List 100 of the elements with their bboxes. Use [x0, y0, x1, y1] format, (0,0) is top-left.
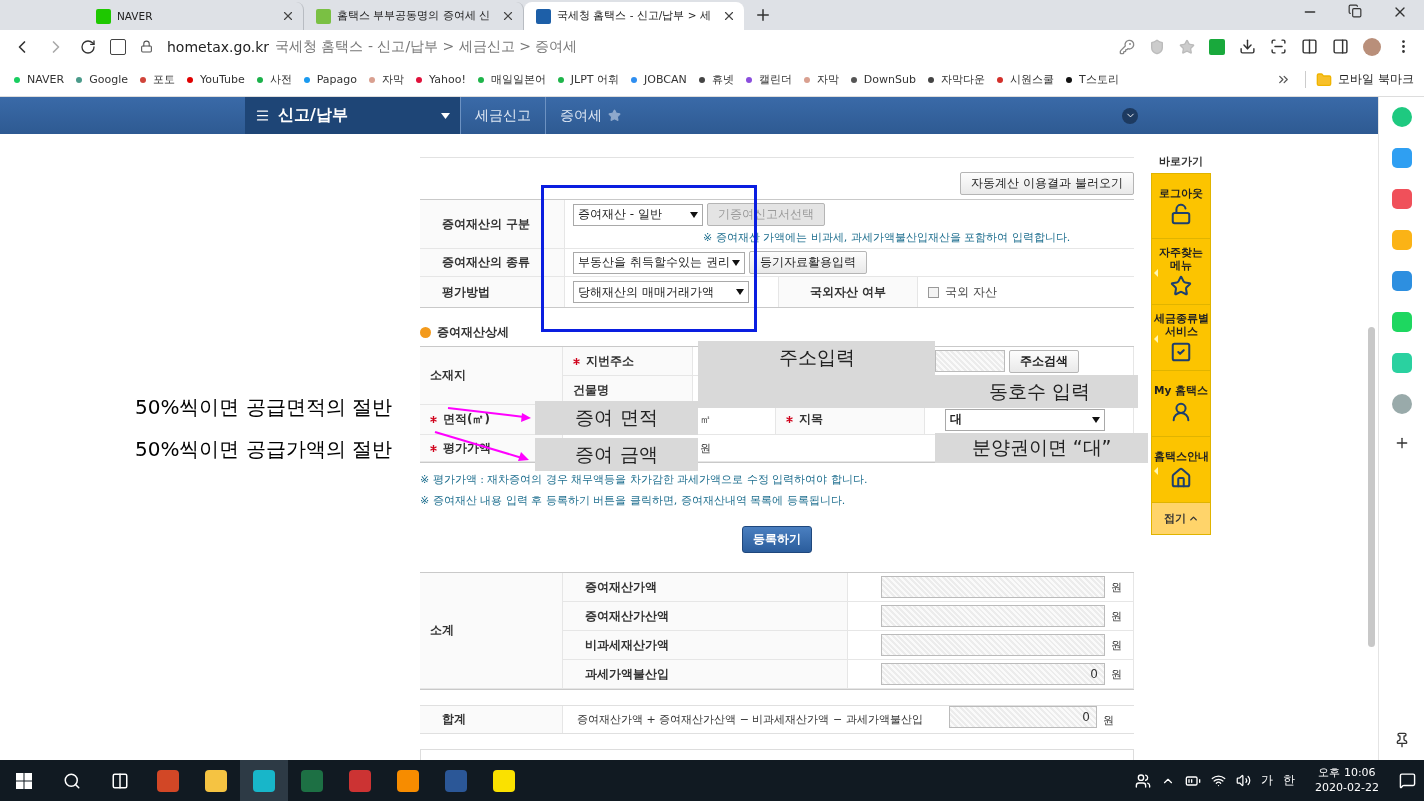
taskbar-app-icon[interactable]: [205, 769, 227, 792]
bookmark-link[interactable]: 자막: [803, 72, 839, 87]
scrollbar-thumb[interactable]: [1367, 327, 1375, 647]
taskbar-app-icon[interactable]: [493, 769, 515, 792]
annotation-label: 분양권이면 “대”: [935, 433, 1148, 463]
page-title-path[interactable]: 국세청 홈택스 - 신고/납부 > 세금신고 > 증여세: [275, 37, 578, 56]
bookmark-link[interactable]: JLPT 어휘: [557, 72, 620, 87]
taskbar-app-icon[interactable]: [397, 769, 419, 792]
asset-type-select[interactable]: 부동산을 취득할수있는 권리: [573, 251, 745, 274]
registry-input-button[interactable]: 등기자료활용입력: [749, 251, 867, 274]
bookmark-link[interactable]: NAVER: [14, 73, 65, 86]
ime-indicator[interactable]: 가: [1261, 772, 1274, 789]
amount-field[interactable]: [881, 605, 1105, 627]
quick-menu-item[interactable]: 로그아웃: [1151, 173, 1211, 239]
checkbox[interactable]: [928, 286, 939, 298]
amount-field[interactable]: 0: [881, 663, 1105, 685]
unit-label: 원: [1111, 579, 1122, 595]
valuation-select[interactable]: 당해재산의 매매거래가액: [573, 281, 749, 303]
caret-icon: [1092, 416, 1100, 423]
bookmark-link[interactable]: 휴넷: [698, 72, 734, 87]
collapse-button[interactable]: 접기: [1151, 503, 1211, 535]
browser-tab[interactable]: 국세청 홈택스 - 신고/납부 > 세: [524, 2, 744, 30]
address-search-button[interactable]: 주소검색: [1009, 349, 1079, 373]
total-field[interactable]: 0: [949, 706, 1097, 728]
close-icon[interactable]: [501, 9, 515, 23]
bookmark-link[interactable]: DownSub: [850, 73, 916, 86]
bookmark-link[interactable]: Papago: [303, 73, 358, 86]
menu-icon: [255, 108, 270, 123]
favorite-star-icon[interactable]: [608, 109, 621, 122]
breadcrumb-link[interactable]: 세금신고: [460, 97, 545, 134]
bookmark-link[interactable]: Yahoo!: [416, 73, 466, 86]
bookmark-link[interactable]: JOBCAN: [631, 73, 687, 86]
quick-menu-item[interactable]: 자주찾는 메뉴: [1151, 239, 1211, 305]
side-app-icon[interactable]: [1391, 189, 1412, 209]
notification-icon[interactable]: [1399, 772, 1416, 789]
people-icon[interactable]: [1135, 772, 1152, 789]
bookmark-link[interactable]: 포토: [139, 72, 175, 87]
caret-icon: [736, 289, 744, 295]
side-panel-icon[interactable]: [1332, 38, 1349, 55]
restore-icon[interactable]: [1348, 4, 1362, 18]
windows-icon: [16, 772, 32, 789]
bookmark-folder[interactable]: 모바일 북마크: [1305, 71, 1414, 88]
n-square-icon[interactable]: [110, 38, 126, 55]
load-result-button[interactable]: 자동계산 이용결과 불러오기: [960, 172, 1134, 195]
bookmark-link[interactable]: 자막다운: [927, 72, 985, 87]
row-label: 과세가액불산입: [585, 665, 669, 683]
breadcrumb-link[interactable]: 증여세: [545, 97, 635, 134]
close-icon[interactable]: [281, 9, 295, 23]
language-indicator[interactable]: 한: [1283, 772, 1296, 789]
url-host[interactable]: hometax.go.kr: [167, 38, 269, 55]
bookmark-link[interactable]: YouTube: [186, 73, 245, 86]
annotation-label: 증여 면적: [535, 401, 698, 435]
quick-menu-item[interactable]: My 홈택스: [1151, 371, 1211, 437]
row-label: 건물명: [573, 381, 609, 399]
bookmark-link[interactable]: Google: [76, 73, 128, 86]
bookmark-link[interactable]: 시원스쿨: [996, 72, 1054, 87]
screenshot-icon[interactable]: [1270, 38, 1287, 55]
row-label: 비과세재산가액: [585, 636, 669, 654]
quick-menu-item[interactable]: 세금종류별 서비스: [1151, 305, 1211, 371]
row-label: 지목: [799, 411, 823, 428]
info-note: ※ 평가가액 : 재차증여의 경우 채무액등을 차가감한 과세가액으로 수정 입력하여야 합니다.: [420, 472, 869, 487]
bookmark-link[interactable]: 자막: [369, 72, 405, 87]
profile-avatar[interactable]: [1363, 37, 1381, 56]
task-view-icon[interactable]: [111, 771, 129, 790]
address-field[interactable]: [935, 350, 1005, 372]
reader-icon[interactable]: [1301, 38, 1318, 55]
reload-icon[interactable]: [80, 38, 96, 55]
row-label: 면적(㎡): [443, 411, 490, 428]
new-tab-icon[interactable]: [754, 6, 772, 24]
register-button[interactable]: 등록하기: [742, 526, 812, 553]
volume-icon[interactable]: [1236, 773, 1252, 788]
quick-menu-title: 바로가기: [1158, 154, 1204, 170]
amount-field[interactable]: [881, 634, 1105, 656]
expand-button[interactable]: [1122, 107, 1138, 124]
land-category-select[interactable]: 대: [945, 408, 1105, 431]
caret-icon: [441, 112, 450, 119]
side-app-icon[interactable]: [1391, 271, 1412, 291]
side-app-icon[interactable]: [1391, 148, 1412, 168]
bookmark-link[interactable]: 사전: [256, 72, 292, 87]
quick-menu-item[interactable]: 홈택스안내: [1151, 437, 1211, 503]
asset-class-select[interactable]: 증여재산 - 일반: [573, 203, 703, 226]
row-label: 증여재산의 종류: [420, 249, 565, 276]
bookmark-link[interactable]: 매일일본어: [477, 72, 546, 87]
taskbar-clock[interactable]: 오후 10:06 2020-02-22: [1305, 766, 1389, 795]
row-label: 증여재산의 구분: [420, 200, 565, 248]
quick-menu-icon: [1170, 274, 1192, 297]
search-icon[interactable]: [63, 771, 81, 790]
bookmark-star-icon[interactable]: [1179, 38, 1195, 55]
bookmark-link[interactable]: T스토리: [1065, 72, 1119, 87]
bookmark-link[interactable]: 캘린더: [745, 72, 792, 87]
extension-icon[interactable]: [1209, 38, 1225, 55]
download-icon[interactable]: [1239, 38, 1256, 55]
foreign-asset-checkbox[interactable]: 국외 자산: [918, 277, 997, 307]
amount-field[interactable]: [881, 576, 1105, 598]
wifi-icon[interactable]: [1211, 773, 1227, 788]
unit-label: 원: [1111, 637, 1122, 653]
menu-dropdown[interactable]: 신고/납부: [245, 97, 460, 134]
close-icon[interactable]: [722, 9, 736, 23]
key-icon[interactable]: [1119, 38, 1135, 55]
caret-icon: [690, 211, 698, 218]
